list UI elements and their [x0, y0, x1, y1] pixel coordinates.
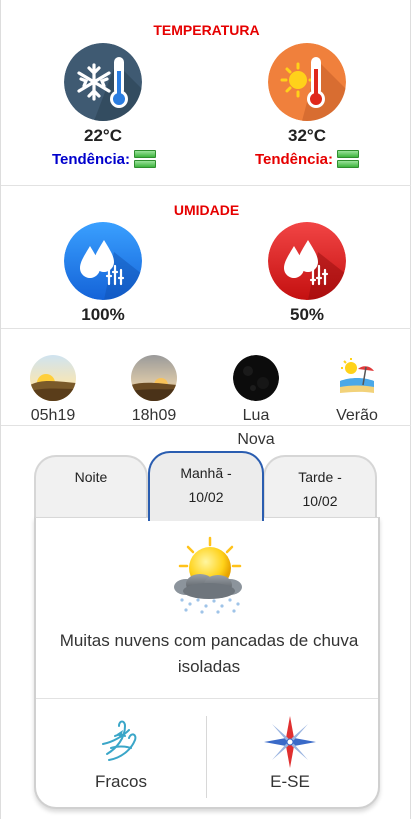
trend-label: Tendência:: [51, 151, 131, 168]
temperature-max-trend: Tendência:: [227, 150, 387, 168]
trend-stable-icon: [337, 150, 360, 168]
panel-vertical-divider: [206, 716, 207, 798]
temperature-max-value: 32°C: [288, 126, 326, 145]
panel-divider: [36, 698, 378, 699]
tab-noite[interactable]: Noite: [34, 455, 148, 521]
tab-label: Manhã - 10/02: [180, 465, 232, 505]
wind-icon: [95, 714, 147, 766]
new-moon-icon: [233, 355, 279, 401]
compass-rose-icon: [264, 716, 316, 768]
section-divider: [1, 185, 411, 186]
wind-strength-label: Fracos: [95, 772, 147, 791]
tab-manha[interactable]: Manhã - 10/02: [148, 451, 264, 521]
moon-phase-item: Lua Nova: [211, 355, 301, 452]
temperature-title: TEMPERATURA: [153, 22, 260, 38]
season-item: Verão: [312, 355, 402, 428]
sunrise-icon: [30, 355, 76, 401]
sun-cloud-rain-icon: [170, 536, 248, 620]
tab-tarde[interactable]: Tarde - 10/02: [263, 455, 377, 521]
section-divider: [1, 328, 411, 329]
beach-umbrella-icon: [334, 355, 380, 401]
trend-label: Tendência:: [254, 151, 334, 168]
humidity-title: UMIDADE: [173, 202, 240, 218]
snowflake-thermometer-icon: [64, 43, 142, 121]
sunset-item: 18h09: [109, 355, 199, 428]
sunrise-item: 05h19: [8, 355, 98, 428]
tab-label: Tarde - 10/02: [298, 469, 342, 509]
moon-phase-label: Lua Nova: [237, 407, 275, 448]
section-divider: [1, 425, 411, 426]
forecast-panel: Muitas nuvens com pancadas de chuva isol…: [34, 517, 380, 809]
humidity-max-value: 100%: [81, 305, 125, 324]
humidity-min-value: 50%: [289, 305, 325, 324]
sunset-icon: [131, 355, 177, 401]
sun-thermometer-icon: [268, 43, 346, 121]
temperature-min-value: 22°C: [84, 126, 122, 145]
trend-stable-icon: [134, 150, 157, 168]
weather-widget: TEMPERATURA 22°C 32°C Tendência: Tendênc…: [0, 0, 411, 819]
drops-high-icon: [64, 222, 142, 300]
drops-low-icon: [268, 222, 346, 300]
temperature-min-trend: Tendência:: [24, 150, 184, 168]
tab-label: Noite: [74, 469, 108, 485]
forecast-description: Muitas nuvens com pancadas de chuva isol…: [59, 631, 359, 676]
forecast-tabs: Noite Tarde - 10/02 Muitas nuvens com pa…: [34, 451, 380, 811]
wind-direction-label: E-SE: [270, 772, 310, 791]
